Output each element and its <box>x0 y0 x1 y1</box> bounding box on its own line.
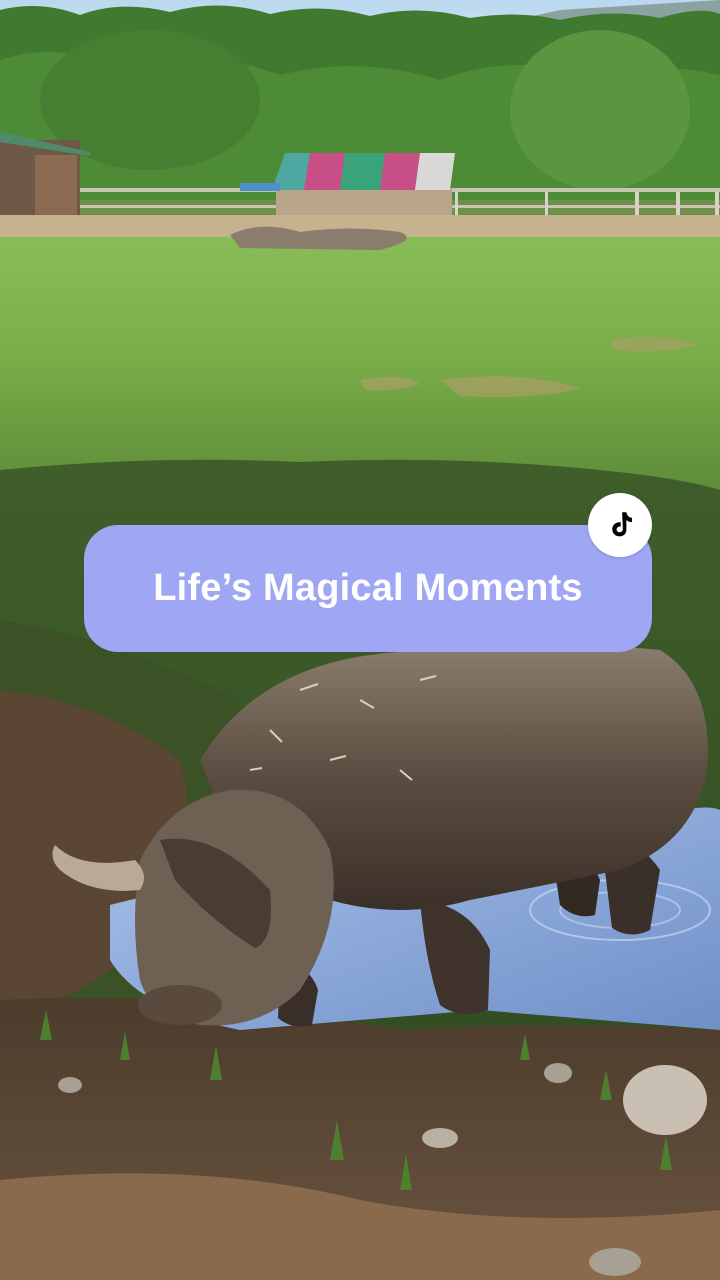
tiktok-logo-icon <box>612 512 633 537</box>
caption-banner: Life’s Magical Moments <box>84 525 652 652</box>
tiktok-badge[interactable] <box>588 493 652 557</box>
caption-text: Life’s Magical Moments <box>153 567 583 609</box>
